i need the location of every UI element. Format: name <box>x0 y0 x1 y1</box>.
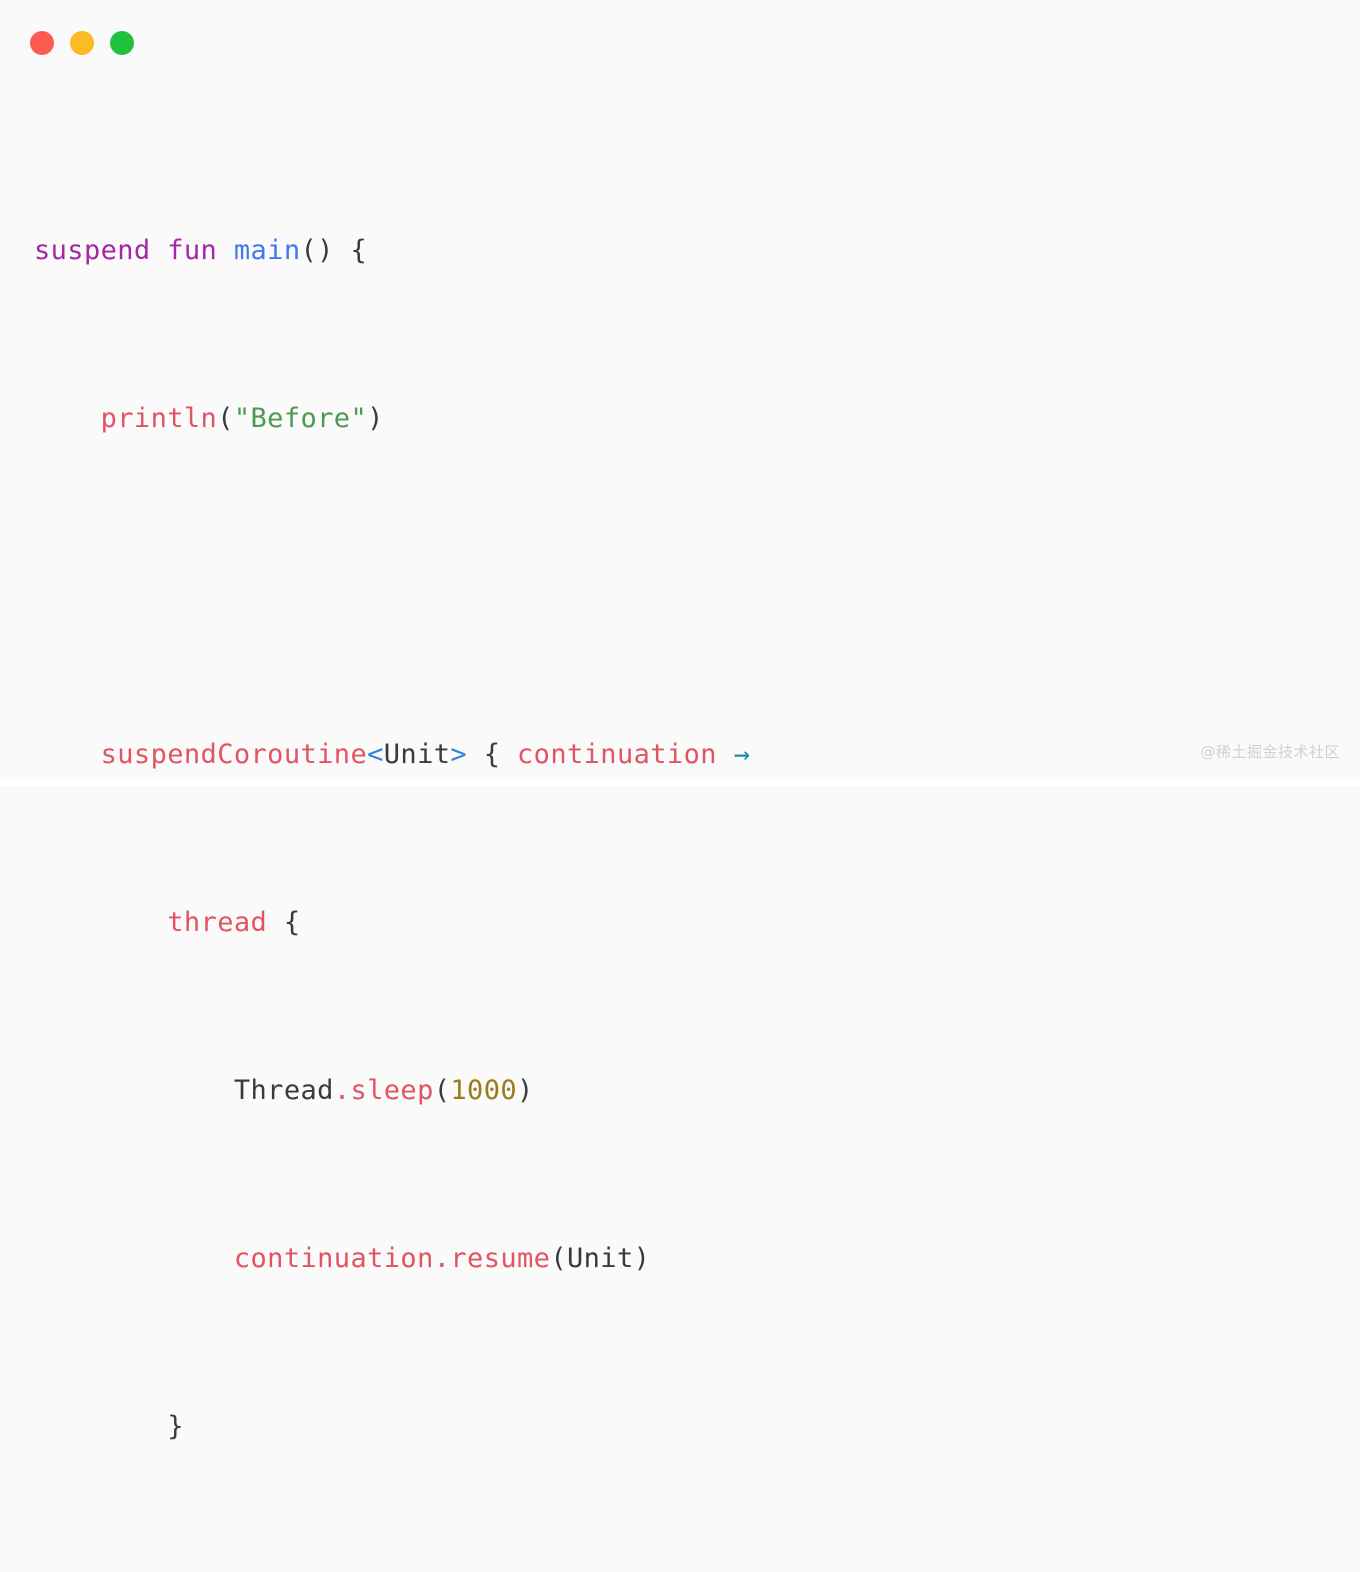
token-angle-close: > <box>450 739 468 770</box>
token-call-thread: thread <box>167 907 268 938</box>
window-minimize-button[interactable] <box>70 31 94 55</box>
watermark-label: @稀土掘金技术社区 <box>1200 743 1340 761</box>
token-method-sleep: .sleep <box>333 1075 434 1106</box>
code-line-4: suspendCoroutine<Unit> { continuation → <box>34 734 1360 776</box>
token-keyword-suspend: suspend <box>34 235 151 266</box>
code-line-3-blank <box>34 566 1360 608</box>
token-call-println: println <box>100 403 218 434</box>
window-titlebar <box>0 0 1360 86</box>
token-string-before: "Before" <box>233 403 368 434</box>
token-method-resume: .resume <box>433 1243 551 1274</box>
token-class-thread: Thread <box>233 1075 334 1106</box>
token-brace-close: } <box>34 1411 184 1442</box>
token-call-suspendcoroutine: suspendCoroutine <box>100 739 368 770</box>
token-brace-open: { <box>467 739 518 770</box>
code-line-7: continuation.resume(Unit) <box>34 1238 1360 1280</box>
code-block[interactable]: suspend fun main() { println("Before") s… <box>34 104 1360 1572</box>
code-line-2: println("Before") <box>34 398 1360 440</box>
token-punctuation: ) <box>367 403 384 434</box>
code-snippet-window: suspend fun main() { println("Before") s… <box>0 0 1360 1442</box>
right-arrow-icon: → <box>733 739 751 770</box>
token-type-unit: Unit <box>383 739 451 770</box>
token-punctuation: ( <box>550 1243 567 1274</box>
token-keyword-fun: fun <box>167 235 218 266</box>
window-maximize-button[interactable] <box>110 31 134 55</box>
token-punctuation: () { <box>300 235 368 266</box>
code-line-8: } <box>34 1406 1360 1448</box>
token-brace-open: { <box>267 907 301 938</box>
token-number-1000: 1000 <box>450 1075 518 1106</box>
token-object-continuation: continuation <box>233 1243 434 1274</box>
bottom-strip <box>0 780 1360 786</box>
token-punctuation: ( <box>217 403 234 434</box>
token-punctuation: ( <box>433 1075 451 1106</box>
token-function-name-main: main <box>233 235 301 266</box>
token-param-continuation: continuation <box>517 739 717 770</box>
code-line-5: thread { <box>34 902 1360 944</box>
code-line-1: suspend fun main() { <box>34 230 1360 272</box>
token-angle-open: < <box>367 739 384 770</box>
token-punctuation: ) <box>517 1075 534 1106</box>
token-punctuation: ) <box>633 1243 651 1274</box>
token-type-unit: Unit <box>567 1243 634 1274</box>
code-line-6: Thread.sleep(1000) <box>34 1070 1360 1112</box>
window-close-button[interactable] <box>30 31 54 55</box>
